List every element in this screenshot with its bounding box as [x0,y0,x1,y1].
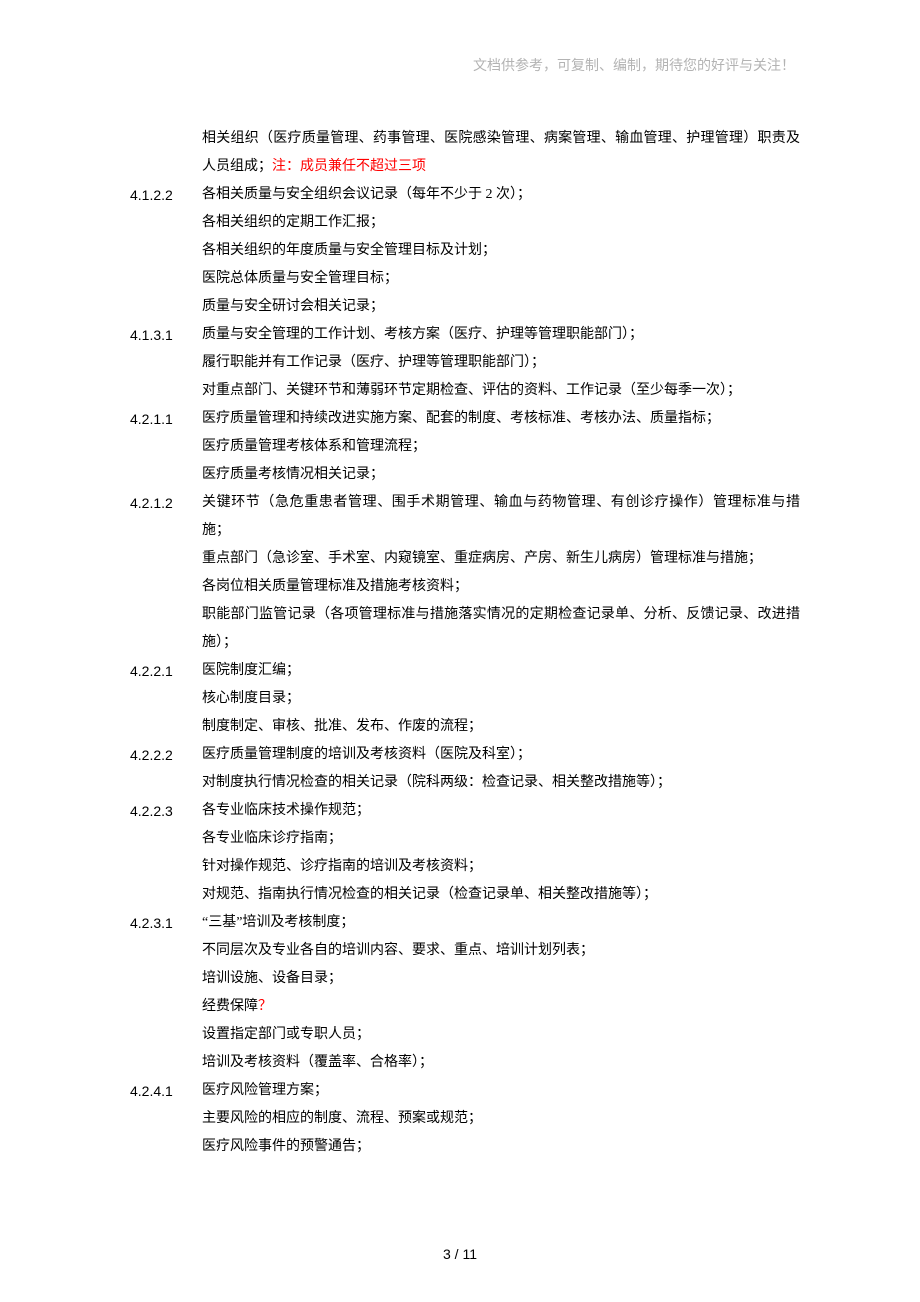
section-line: 质量与安全管理的工作计划、考核方案（医疗、护理等管理职能部门）； [202,321,800,349]
line-red: ？ [258,999,272,1014]
section-body: 医疗质量管理制度的培训及考核资料（医院及科室）；对制度执行情况检查的相关记录（院… [202,741,800,797]
line-text: 不同层次及专业各自的培训内容、要求、重点、培训计划列表； [202,943,594,958]
section-number: 4.2.4.1 [130,1077,202,1161]
line-text: “三基”培训及考核制度； [202,915,354,930]
section-line: 医院总体质量与安全管理目标； [202,265,800,293]
section: 4.2.2.2医疗质量管理制度的培训及考核资料（医院及科室）；对制度执行情况检查… [130,741,800,797]
section-line: 医疗质量管理和持续改进实施方案、配套的制度、考核标准、考核办法、质量指标； [202,405,800,433]
intro-block: 相关组织（医疗质量管理、药事管理、医院感染管理、病案管理、输血管理、护理管理）职… [130,125,800,181]
section-body: 关键环节（急危重患者管理、围手术期管理、输血与药物管理、有创诊疗操作）管理标准与… [202,489,800,657]
line-text: 培训设施、设备目录； [202,971,342,986]
section-number: 4.2.3.1 [130,909,202,1077]
section-line: 医疗质量考核情况相关记录； [202,461,800,489]
section-line: 医疗风险管理方案； [202,1077,800,1105]
section: 4.2.1.1医疗质量管理和持续改进实施方案、配套的制度、考核标准、考核办法、质… [130,405,800,489]
line-text: 培训及考核资料（覆盖率、合格率）； [202,1055,433,1070]
section-body: 医疗风险管理方案；主要风险的相应的制度、流程、预案或规范；医疗风险事件的预警通告… [202,1077,800,1161]
section-line: 重点部门（急诊室、手术室、内窥镜室、重症病房、产房、新生儿病房）管理标准与措施； [202,545,800,573]
section-line: 职能部门监管记录（各项管理标准与措施落实情况的定期检查记录单、分析、反馈记录、改… [202,601,800,657]
section-line: 医疗质量管理制度的培训及考核资料（医院及科室）； [202,741,800,769]
section-body: “三基”培训及考核制度； 不同层次及专业各自的培训内容、要求、重点、培训计划列表；… [202,909,800,1077]
section-line: 各专业临床诊疗指南； [202,825,800,853]
section-line: 对重点部门、关键环节和薄弱环节定期检查、评估的资料、工作记录（至少每季一次）； [202,377,800,405]
section-line: 关键环节（急危重患者管理、围手术期管理、输血与药物管理、有创诊疗操作）管理标准与… [202,489,800,545]
section-line: 不同层次及专业各自的培训内容、要求、重点、培训计划列表； [202,937,800,965]
section: 4.2.2.3各专业临床技术操作规范；各专业临床诊疗指南；针对操作规范、诊疗指南… [130,797,800,909]
section: 4.1.3.1质量与安全管理的工作计划、考核方案（医疗、护理等管理职能部门）；履… [130,321,800,405]
section: 4.1.2.2各相关质量与安全组织会议记录（每年不少于 2 次）；各相关组织的定… [130,181,800,321]
sections-container: 4.1.2.2各相关质量与安全组织会议记录（每年不少于 2 次）；各相关组织的定… [130,181,800,1161]
section-number-empty [130,125,202,181]
section-line: 主要风险的相应的制度、流程、预案或规范； [202,1105,800,1133]
section-body: 医院制度汇编；核心制度目录；制度制定、审核、批准、发布、作废的流程； [202,657,800,741]
section-number: 4.2.2.2 [130,741,202,797]
section-line: 质量与安全研讨会相关记录； [202,293,800,321]
section-line: 医院制度汇编； [202,657,800,685]
section-line: 对规范、指南执行情况检查的相关记录（检查记录单、相关整改措施等）； [202,881,800,909]
document-page: 文档供参考，可复制、编制，期待您的好评与关注！ 相关组织（医疗质量管理、药事管理… [0,0,920,1302]
section-line: 培训设施、设备目录； [202,965,800,993]
section-body: 质量与安全管理的工作计划、考核方案（医疗、护理等管理职能部门）；履行职能并有工作… [202,321,800,405]
section-line: 医疗质量管理考核体系和管理流程； [202,433,800,461]
section-line: 设置指定部门或专职人员； [202,1021,800,1049]
section-line: 各岗位相关质量管理标准及措施考核资料； [202,573,800,601]
line-text: 设置指定部门或专职人员； [202,1027,370,1042]
section: 4.2.4.1医疗风险管理方案；主要风险的相应的制度、流程、预案或规范；医疗风险… [130,1077,800,1161]
section: 4.2.3.1“三基”培训及考核制度； 不同层次及专业各自的培训内容、要求、重点、… [130,909,800,1077]
header-note: 文档供参考，可复制、编制，期待您的好评与关注！ [130,55,800,75]
intro-note-red: 注：成员兼任不超过三项 [272,159,426,174]
section-line: 履行职能并有工作记录（医疗、护理等管理职能部门）； [202,349,800,377]
section-number: 4.2.2.3 [130,797,202,909]
section-line: 培训及考核资料（覆盖率、合格率）； [202,1049,800,1077]
section: 4.2.2.1医院制度汇编；核心制度目录；制度制定、审核、批准、发布、作废的流程… [130,657,800,741]
section-line: 对制度执行情况检查的相关记录（院科两级：检查记录、相关整改措施等）； [202,769,800,797]
section-line: 各相关组织的定期工作汇报； [202,209,800,237]
section-body: 各专业临床技术操作规范；各专业临床诊疗指南；针对操作规范、诊疗指南的培训及考核资… [202,797,800,909]
section-number: 4.2.1.1 [130,405,202,489]
section-number: 4.2.2.1 [130,657,202,741]
section-number: 4.2.1.2 [130,489,202,657]
section-body: 各相关质量与安全组织会议记录（每年不少于 2 次）；各相关组织的定期工作汇报；各… [202,181,800,321]
page-number: 3 / 11 [0,1246,920,1262]
section-line: 各专业临床技术操作规范； [202,797,800,825]
section-line: 核心制度目录； [202,685,800,713]
section-line: 各相关质量与安全组织会议记录（每年不少于 2 次）； [202,181,800,209]
line-text: 经费保障 [202,999,258,1014]
section-line: “三基”培训及考核制度； [202,909,800,937]
section-line: 制度制定、审核、批准、发布、作废的流程； [202,713,800,741]
section-line: 经费保障？ [202,993,800,1021]
section-line: 针对操作规范、诊疗指南的培训及考核资料； [202,853,800,881]
section-number: 4.1.2.2 [130,181,202,321]
section-body: 医疗质量管理和持续改进实施方案、配套的制度、考核标准、考核办法、质量指标；医疗质… [202,405,800,489]
section-number: 4.1.3.1 [130,321,202,405]
intro-body: 相关组织（医疗质量管理、药事管理、医院感染管理、病案管理、输血管理、护理管理）职… [202,125,800,181]
section-line: 各相关组织的年度质量与安全管理目标及计划； [202,237,800,265]
section-line: 医疗风险事件的预警通告； [202,1133,800,1161]
section: 4.2.1.2关键环节（急危重患者管理、围手术期管理、输血与药物管理、有创诊疗操… [130,489,800,657]
